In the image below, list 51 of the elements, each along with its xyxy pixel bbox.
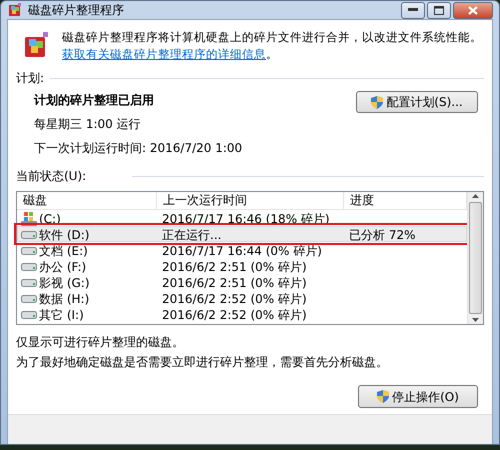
description-text: 磁盘碎片整理程序将计算机硬盘上的碎片文件进行合并，以改进文件系统性能。 获取有关磁盘碎片整理程序的详细信息。 xyxy=(61,29,483,63)
disk-row[interactable]: 软件 (D:) 正在运行... 已分析 72% xyxy=(17,226,467,242)
disk-row[interactable]: 办公 (F:) 2016/6/2 2:51 (0% 碎片) xyxy=(17,258,467,274)
drive-icon xyxy=(21,311,37,319)
disk-name: 数据 (H:) xyxy=(39,291,90,307)
last-run-text: 正在运行... xyxy=(161,227,222,243)
minimize-button[interactable] xyxy=(401,2,425,18)
disk-row[interactable]: 文档 (E:) 2016/7/17 16:44 (0% 碎片) xyxy=(17,242,467,258)
disk-row[interactable]: 其它 (I:) 2016/6/2 2:52 (0% 碎片) xyxy=(17,306,467,322)
maximize-icon xyxy=(434,6,444,14)
disk-name: 影视 (G:) xyxy=(39,275,90,291)
scrollbar[interactable] xyxy=(467,192,483,324)
defrag-app-icon xyxy=(7,2,23,18)
disk-row[interactable]: 数据 (H:) 2016/6/2 2:52 (0% 碎片) xyxy=(17,290,467,306)
help-link[interactable]: 获取有关磁盘碎片整理程序的详细信息 xyxy=(62,47,266,61)
section-heading: 当前状态(U): xyxy=(16,168,86,185)
drive-icon xyxy=(21,295,37,303)
shield-icon xyxy=(371,96,384,108)
disk-name: 软件 (D:) xyxy=(39,227,90,243)
last-run-text: 2016/6/2 2:51 (0% 碎片) xyxy=(161,275,308,291)
disk-row[interactable]: 影视 (G:) 2016/6/2 2:51 (0% 碎片) xyxy=(17,274,467,290)
progress-text: 已分析 72% xyxy=(348,227,416,243)
close-icon xyxy=(468,6,478,14)
shield-icon xyxy=(377,390,390,403)
last-run-text: 2016/6/2 2:52 (0% 碎片) xyxy=(161,307,308,323)
disk-name: 办公 (F:) xyxy=(39,259,86,275)
maximize-button[interactable] xyxy=(427,2,451,18)
last-run-column-header[interactable]: 上一次运行时间 xyxy=(157,192,344,209)
disk-name: 其它 (I:) xyxy=(39,307,84,323)
last-run-text: 2016/7/17 16:44 (0% 碎片) xyxy=(161,243,323,259)
drive-icon xyxy=(21,231,37,239)
scroll-down-arrow-icon xyxy=(472,316,479,324)
disk-name: 文档 (E:) xyxy=(39,243,88,259)
drive-icon xyxy=(21,247,37,255)
drive-icon xyxy=(21,263,37,271)
window-title: 磁盘碎片整理程序 xyxy=(28,2,124,19)
schedule-status: 计划的碎片整理已启用 xyxy=(34,92,155,109)
note-text: 为了最好地确定磁盘是否需要立即进行碎片整理，需要首先分析磁盘。 xyxy=(16,354,389,371)
last-run-text: 2016/6/2 2:51 (0% 碎片) xyxy=(161,259,308,275)
last-run-text: 2016/6/2 2:52 (0% 碎片) xyxy=(161,291,308,307)
stop-operation-button[interactable]: 停止操作(O) xyxy=(358,385,478,408)
note-text: 仅显示可进行碎片整理的磁盘。 xyxy=(16,334,185,351)
configure-schedule-button[interactable]: 配置计划(S)... xyxy=(356,91,478,113)
next-run-text: 下一次计划运行时间: 2016/7/20 1:00 xyxy=(34,140,242,157)
section-heading: 计划: xyxy=(16,70,44,87)
disk-column-header[interactable]: 磁盘 xyxy=(17,192,157,209)
drive-icon xyxy=(21,279,37,287)
minimize-icon xyxy=(408,8,418,12)
close-button[interactable] xyxy=(453,2,493,18)
scroll-up-arrow-icon xyxy=(472,192,479,200)
schedule-frequency: 每星期三 1:00 运行 xyxy=(34,116,142,133)
